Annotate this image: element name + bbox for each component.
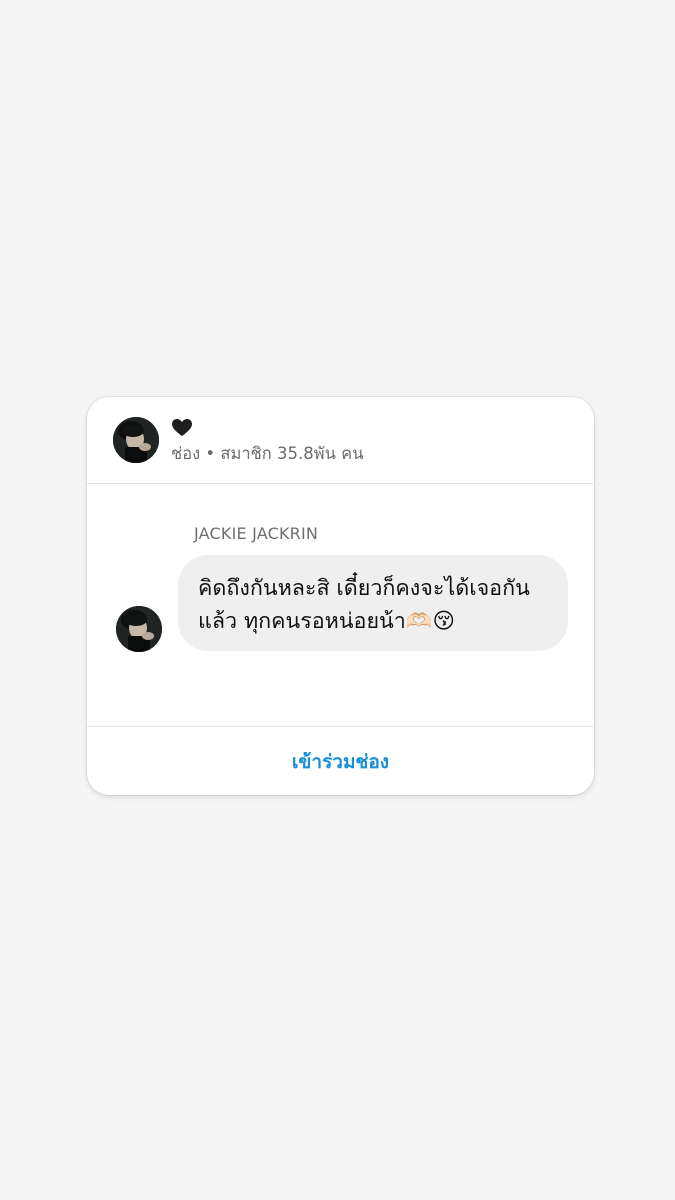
channel-card[interactable]: ช่อง • สมาชิก 35.8พัน คน JACKIE JACKRIN … [87,397,594,795]
black-heart-icon [171,417,193,439]
channel-meta: ช่อง • สมาชิก 35.8พัน คน [171,444,364,463]
sender-avatar[interactable] [116,606,162,652]
sender-name: JACKIE JACKRIN [194,524,319,543]
channel-header[interactable]: ช่อง • สมาชิก 35.8พัน คน [87,397,594,484]
message-line: แล้ว ทุกคนรอหน่อยน้า🫶🏻😚 [198,609,456,634]
message-area: JACKIE JACKRIN คิดถึงกันหละสิ เดี๋ยวก็คง… [87,484,594,726]
message-bubble[interactable]: คิดถึงกันหละสิ เดี๋ยวก็คงจะได้เจอกัน แล้… [178,555,568,651]
channel-avatar[interactable] [113,417,159,463]
join-channel-button[interactable]: เข้าร่วมช่อง [282,741,399,783]
card-footer: เข้าร่วมช่อง [87,726,594,795]
message-line: คิดถึงกันหละสิ เดี๋ยวก็คงจะได้เจอกัน [198,576,530,601]
